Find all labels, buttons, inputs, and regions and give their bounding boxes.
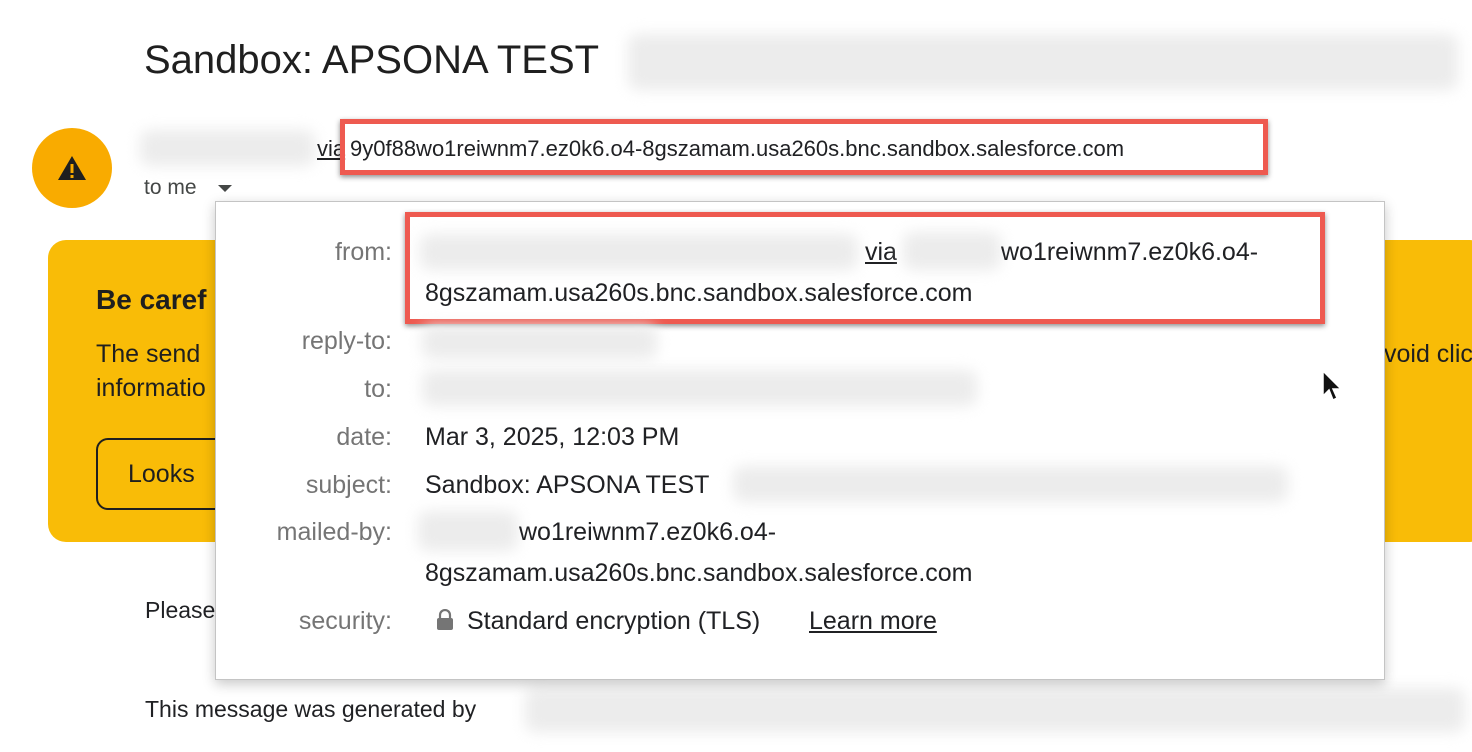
warning-title: Be caref — [96, 284, 207, 315]
subject-label: subject: — [305, 471, 392, 499]
chevron-down-icon[interactable] — [218, 185, 232, 192]
to-label: to: — [364, 375, 392, 403]
lock-icon — [437, 609, 453, 630]
learn-more-link[interactable]: Learn more — [809, 607, 937, 636]
warning-text-line1: The send — [96, 340, 201, 368]
subject-value: Sandbox: APSONA TEST — [425, 471, 710, 499]
redacted-to-addresses — [422, 370, 977, 406]
warning-text-line1-tail: void clic — [1384, 340, 1472, 368]
warning-icon — [58, 156, 86, 180]
reply-to-label: reply-to: — [301, 327, 392, 355]
warning-text-line2: informatio — [96, 374, 206, 402]
from-label: from: — [335, 238, 392, 266]
redacted-mailed-by-prefix — [418, 511, 518, 551]
sender-highlight-box — [340, 119, 1268, 175]
body-line2: This message was generated by — [145, 696, 477, 722]
email-subject-title: Sandbox: APSONA TEST — [144, 38, 600, 82]
mouse-cursor-icon — [1322, 370, 1343, 402]
security-label: security: — [298, 607, 392, 635]
date-label: date: — [336, 423, 392, 451]
redacted-body-text — [525, 688, 1465, 732]
sender-avatar[interactable] — [32, 128, 112, 208]
recipient-toggle[interactable]: to me — [144, 176, 197, 200]
mailed-by-label: mailed-by: — [276, 518, 392, 546]
body-line1: Please — [145, 597, 216, 623]
redacted-subject-suffix — [628, 34, 1458, 90]
from-highlight-box — [405, 212, 1325, 324]
date-value: Mar 3, 2025, 12:03 PM — [425, 423, 680, 451]
redacted-subject-detail — [733, 466, 1288, 502]
mailed-by-line1: wo1reiwnm7.ez0k6.o4- — [519, 518, 777, 546]
security-value: Standard encryption (TLS) — [467, 607, 761, 635]
redacted-reply-to — [422, 325, 657, 359]
mailed-by-line2: 8gszamam.usa260s.bnc.sandbox.salesforce.… — [425, 559, 973, 587]
redacted-sender-name — [140, 130, 315, 166]
